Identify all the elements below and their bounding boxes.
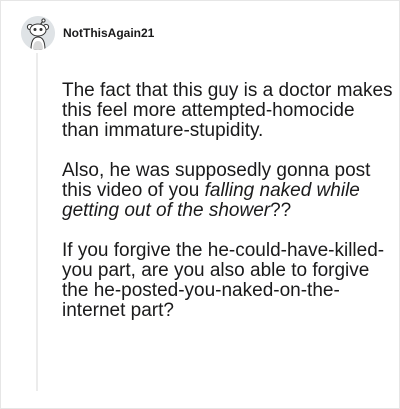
comment-paragraph-2-end: ?? — [270, 200, 292, 221]
reddit-snoo-avatar-icon — [21, 16, 55, 50]
username[interactable]: NotThisAgain21 — [63, 26, 154, 40]
comment-body: The fact that this guy is a doctor makes… — [62, 81, 394, 321]
comment-paragraph-3: If you forgive the he-could-have-killed-… — [62, 240, 385, 321]
user-avatar[interactable] — [21, 16, 55, 50]
comment-paragraph-1: The fact that this guy is a doctor makes… — [62, 80, 393, 141]
comment-header: NotThisAgain21 — [21, 15, 154, 51]
comment-card: NotThisAgain21 The fact that this guy is… — [0, 0, 400, 409]
comment-paragraph-2: Also, he was supposedly gonna post this … — [62, 161, 394, 221]
thread-line[interactable] — [36, 53, 38, 391]
